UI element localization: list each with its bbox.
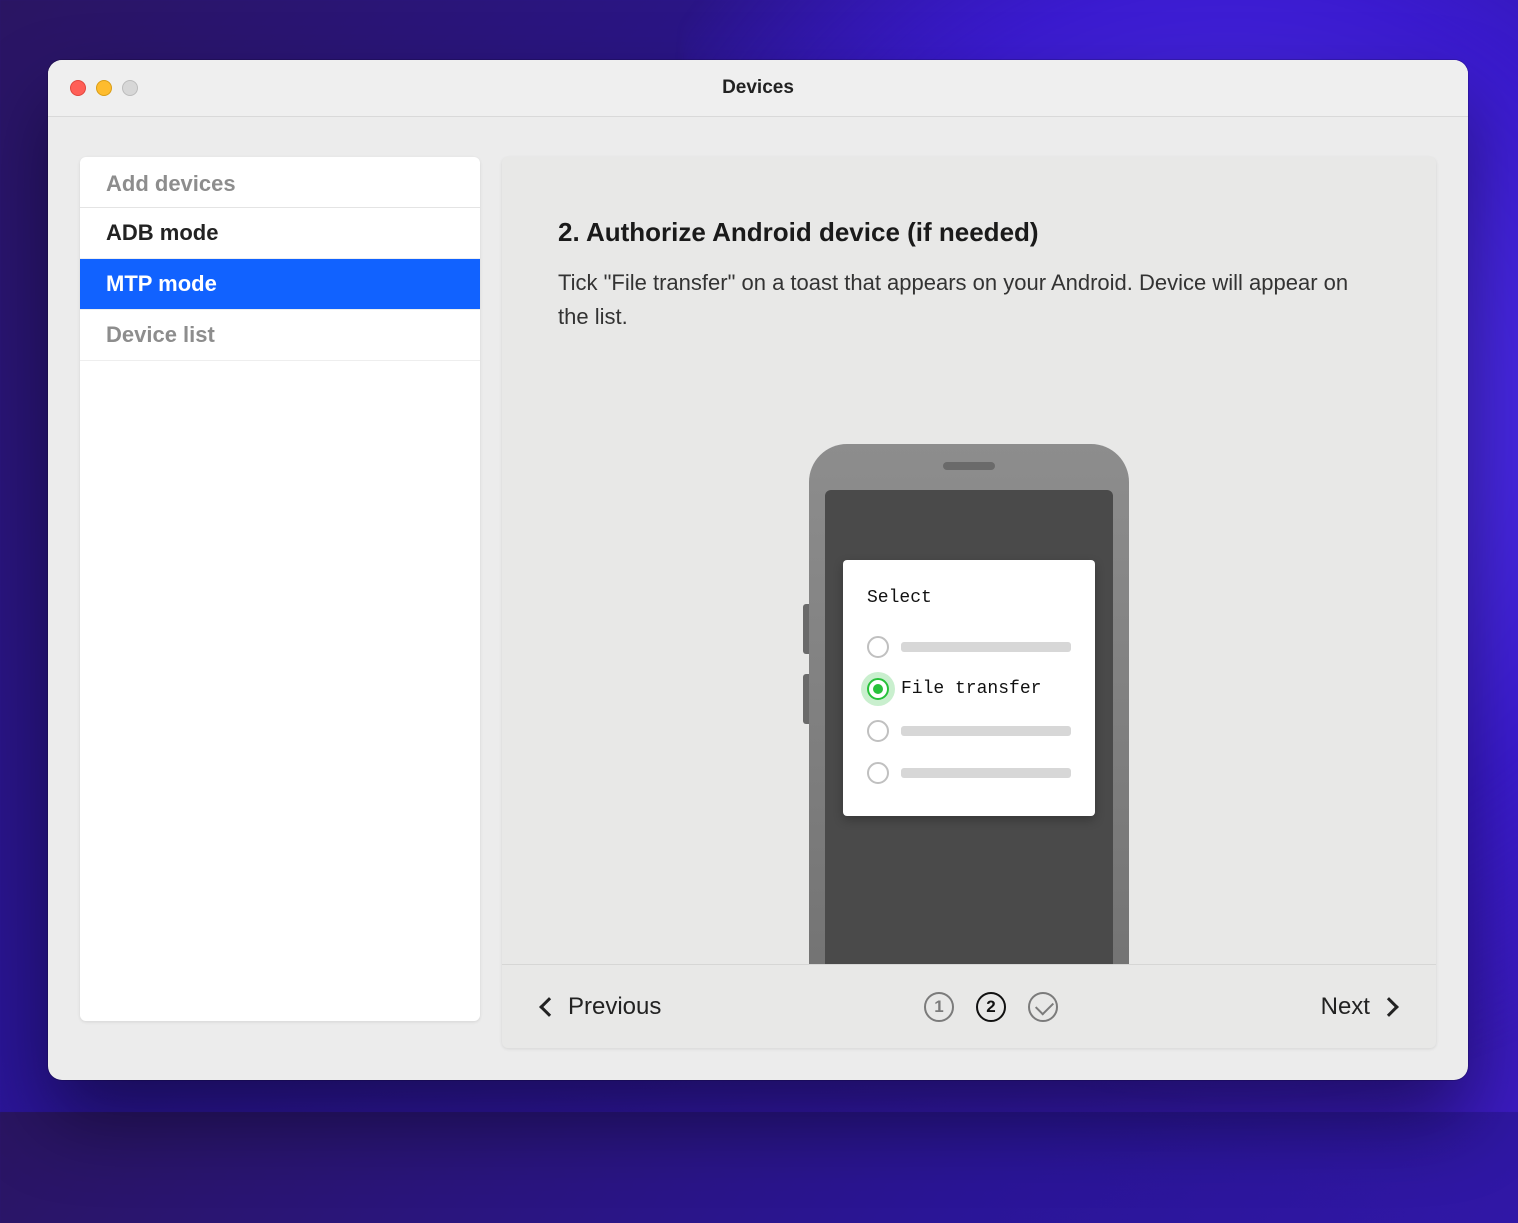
android-toast: Select File transfer	[843, 560, 1095, 816]
step-indicator-check-icon[interactable]	[1028, 992, 1058, 1022]
phone-mockup: Select File transfer	[809, 444, 1129, 964]
next-button[interactable]: Next	[1311, 987, 1406, 1027]
phone-screen: Select File transfer	[825, 490, 1113, 964]
radio-icon	[867, 720, 889, 742]
sidebar: Add devices ADB mode MTP mode Device lis…	[80, 157, 480, 1021]
step-pager: 1 2	[924, 992, 1058, 1022]
step-indicator-1[interactable]: 1	[924, 992, 954, 1022]
toast-option-selected: File transfer	[867, 668, 1071, 710]
sidebar-footer[interactable]: Device list	[80, 310, 480, 361]
placeholder-line	[901, 642, 1071, 652]
step-indicator-2[interactable]: 2	[976, 992, 1006, 1022]
placeholder-line	[901, 726, 1071, 736]
main-body: 2. Authorize Android device (if needed) …	[502, 157, 1436, 964]
chevron-left-icon	[539, 997, 559, 1017]
window-title: Devices	[48, 77, 1468, 99]
wizard-footer: Previous 1 2 Next	[502, 964, 1436, 1048]
toast-title: Select	[867, 588, 1071, 608]
radio-selected-icon	[867, 678, 889, 700]
sidebar-item-adb-mode[interactable]: ADB mode	[80, 208, 480, 259]
previous-label: Previous	[568, 993, 661, 1021]
phone-speaker	[943, 462, 995, 470]
chevron-right-icon	[1379, 997, 1399, 1017]
devices-window: Devices Add devices ADB mode MTP mode De…	[48, 60, 1468, 1080]
window-content: Add devices ADB mode MTP mode Device lis…	[48, 117, 1468, 1080]
placeholder-line	[901, 768, 1071, 778]
sidebar-item-mtp-mode[interactable]: MTP mode	[80, 259, 480, 310]
step-description: Tick "File transfer" on a toast that app…	[558, 266, 1378, 334]
illustration: Select File transfer	[558, 444, 1380, 964]
radio-icon	[867, 762, 889, 784]
toast-option	[867, 626, 1071, 668]
toast-option-label: File transfer	[901, 679, 1041, 699]
toast-option	[867, 710, 1071, 752]
phone-side-button	[803, 674, 809, 724]
phone-side-button	[803, 604, 809, 654]
main-panel: 2. Authorize Android device (if needed) …	[502, 157, 1436, 1048]
radio-icon	[867, 636, 889, 658]
toast-option	[867, 752, 1071, 794]
sidebar-header: Add devices	[80, 157, 480, 208]
titlebar: Devices	[48, 60, 1468, 117]
previous-button[interactable]: Previous	[532, 987, 671, 1027]
next-label: Next	[1321, 993, 1370, 1021]
step-title: 2. Authorize Android device (if needed)	[558, 217, 1380, 248]
